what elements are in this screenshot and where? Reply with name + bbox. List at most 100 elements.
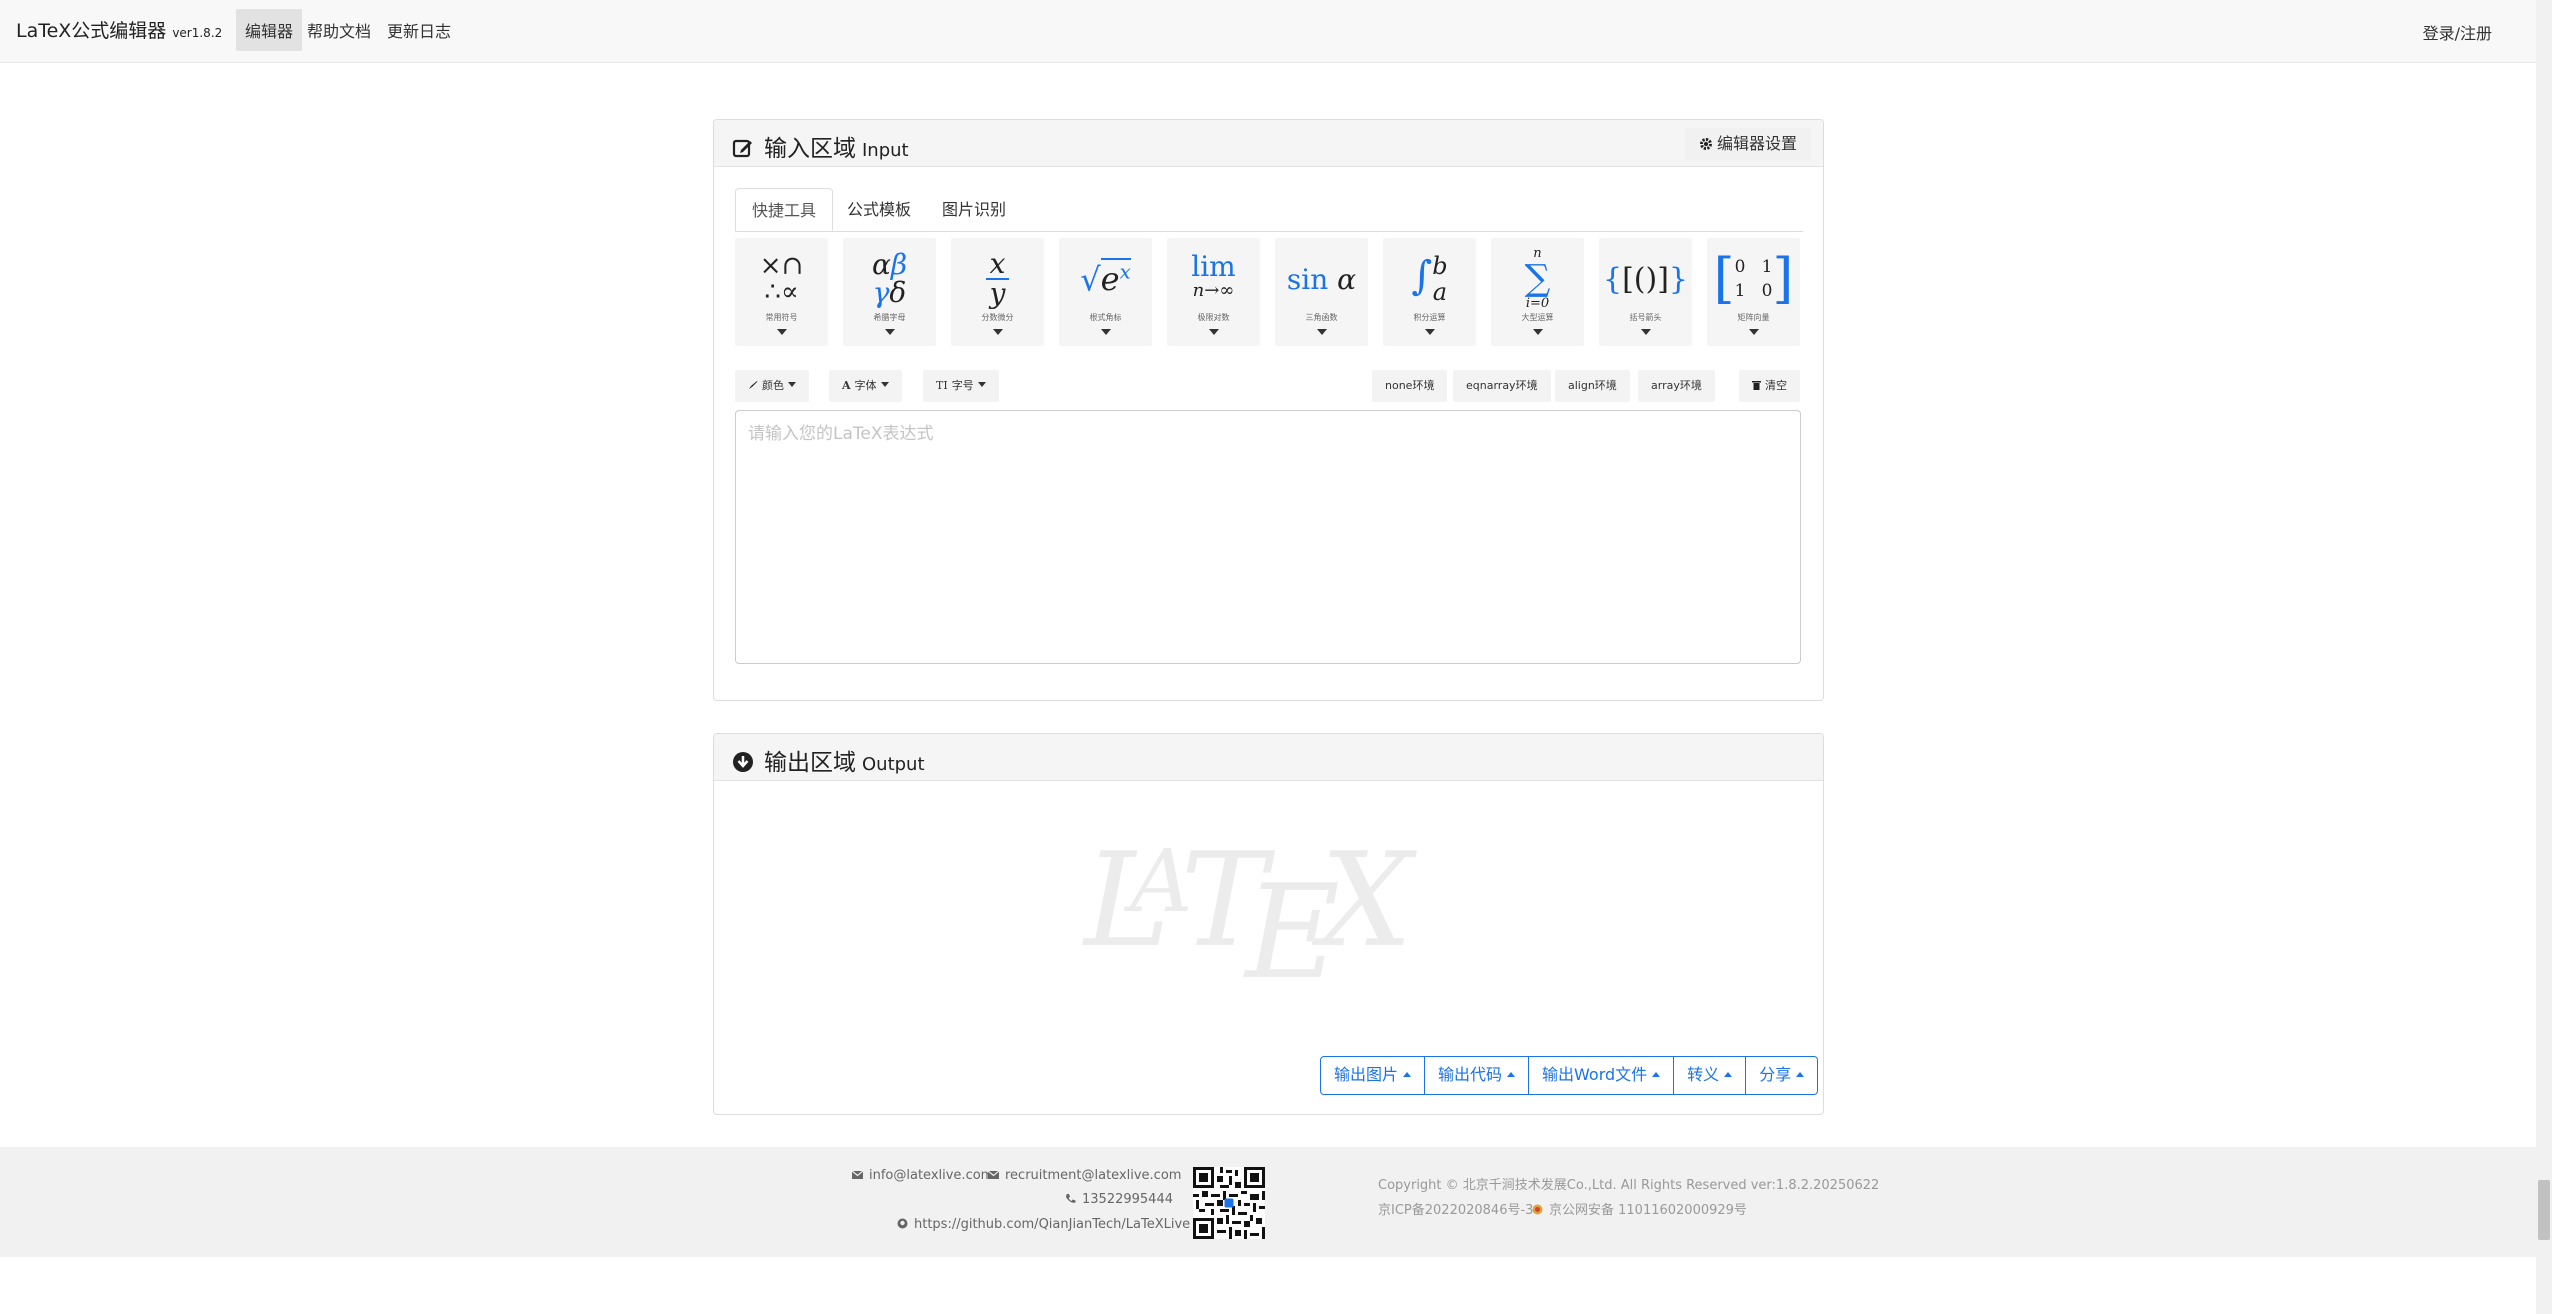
police-text: 京公网安备 11011602000929号 <box>1549 1203 1747 1218</box>
tile-caption: 积分运算 <box>1413 313 1446 322</box>
font-dropdown[interactable]: A 字体 <box>829 370 902 402</box>
export-word-button[interactable]: 输出Word文件 <box>1529 1057 1675 1094</box>
sum-icon: n ∑ i=0 <box>1524 246 1551 311</box>
output-panel: 输出区域 Output LATEX 输出图片 输出代码 输出Word文件 转义 分… <box>713 733 1824 1115</box>
nav-changelog[interactable]: 更新日志 <box>387 18 451 42</box>
caret-up-icon <box>1796 1072 1805 1077</box>
tile-trig[interactable]: sin α 三角函数 <box>1275 238 1368 346</box>
phone-text: 13522995444 <box>1065 1192 1173 1207</box>
eqnarray-env-button[interactable]: eqnarray环境 <box>1453 370 1551 402</box>
input-tabs: 快捷工具 公式模板 图片识别 <box>735 188 1803 232</box>
tile-brackets[interactable]: {[()]} 括号箭头 <box>1599 238 1692 346</box>
tab-quick-tools[interactable]: 快捷工具 <box>735 188 834 231</box>
tile-caption: 大型运算 <box>1521 313 1554 322</box>
nav-editor[interactable]: 编辑器 <box>236 9 303 51</box>
output-title-cn: 输出区域 <box>764 750 856 776</box>
navbar: LaTeX公式编辑器 ver1.8.2 编辑器 帮助文档 更新日志 登录/注册 <box>0 0 2552 63</box>
page-scrollbar[interactable] <box>2536 0 2552 1314</box>
export-code-button[interactable]: 输出代码 <box>1425 1057 1530 1094</box>
tab-formula-templates[interactable]: 公式模板 <box>831 188 927 231</box>
latex-logo-watermark: LATEX <box>1084 824 1413 1008</box>
latex-input-placeholder: 请输入您的LaTeX表达式 <box>748 424 934 444</box>
color-dropdown[interactable]: 颜色 <box>735 370 809 402</box>
clear-button[interactable]: 清空 <box>1739 370 1800 402</box>
tile-caption: 三角函数 <box>1305 313 1338 322</box>
tile-matrix[interactable]: [0 11 0] 矩阵向量 <box>1707 238 1800 346</box>
export-word-label: 输出Word文件 <box>1542 1065 1648 1084</box>
input-panel-title: 输入区域 Input <box>732 129 909 163</box>
envelope-icon <box>852 1170 863 1179</box>
clear-label: 清空 <box>1765 379 1787 392</box>
caret-up-icon <box>1507 1072 1516 1077</box>
phone-number: 13522995444 <box>1082 1192 1173 1207</box>
chevron-down-icon <box>1532 329 1543 335</box>
input-panel: 输入区域 Input 编辑器设置 快捷工具 公式模板 图片识别 ×∩ ∴∝ 常用符号… <box>713 119 1824 701</box>
tile-caption: 根式角标 <box>1089 313 1122 322</box>
chevron-down-icon <box>1640 329 1651 335</box>
editor-settings-button[interactable]: 编辑器设置 <box>1684 128 1811 160</box>
tile-caption: 极限对数 <box>1197 313 1230 322</box>
output-title-en: Output <box>862 754 925 775</box>
icp-link[interactable]: 京ICP备2022020846号-3 <box>1378 1199 1533 1218</box>
share-label: 分享 <box>1759 1065 1792 1084</box>
output-panel-title: 输出区域 Output <box>732 743 925 777</box>
export-code-label: 输出代码 <box>1438 1065 1503 1084</box>
chevron-down-icon <box>1316 329 1327 335</box>
tile-sum[interactable]: n ∑ i=0 大型运算 <box>1491 238 1584 346</box>
trash-icon <box>1752 381 1761 390</box>
copyright-text: Copyright © 北京千涧技术发展Co.,Ltd. All Rights … <box>1378 1178 1880 1193</box>
output-panel-header: 输出区域 Output <box>714 734 1823 781</box>
envelope-icon <box>988 1170 999 1179</box>
none-env-button[interactable]: none环境 <box>1372 370 1448 402</box>
brackets-icon: {[()]} <box>1602 261 1688 297</box>
matrix-icon: [0 11 0] <box>1713 247 1794 310</box>
scrollbar-thumb[interactable] <box>2538 1180 2550 1240</box>
size-dropdown[interactable]: TI 字号 <box>923 370 999 402</box>
github-url: https://github.com/QianJianTech/LaTeXLiv… <box>914 1217 1191 1232</box>
escape-button[interactable]: 转义 <box>1674 1057 1747 1094</box>
caret-up-icon <box>1724 1072 1733 1077</box>
github-link[interactable]: https://github.com/QianJianTech/LaTeXLiv… <box>897 1217 1190 1232</box>
email-info-link[interactable]: info@latexlive.com <box>852 1168 993 1183</box>
tile-fraction[interactable]: xy 分数微分 <box>951 238 1044 346</box>
tile-caption: 常用符号 <box>765 313 798 322</box>
caret-down-icon <box>788 382 796 387</box>
chevron-down-icon <box>1100 329 1111 335</box>
integral-icon: ∫ b a <box>1411 252 1448 306</box>
login-register-link[interactable]: 登录/注册 <box>2423 20 2492 44</box>
escape-label: 转义 <box>1687 1065 1720 1084</box>
caret-up-icon <box>1652 1072 1661 1077</box>
common-symbols-icon: ×∩ ∴∝ <box>759 251 804 307</box>
color-label: 颜色 <box>762 379 784 392</box>
police-badge-icon <box>1532 1204 1543 1215</box>
brand[interactable]: LaTeX公式编辑器 ver1.8.2 <box>16 16 222 43</box>
greek-letters-icon: αβ γδ <box>871 248 908 309</box>
tile-caption: 矩阵向量 <box>1737 313 1770 322</box>
caret-up-icon <box>1403 1072 1412 1077</box>
police-link[interactable]: 京公网安备 11011602000929号 <box>1532 1199 1747 1218</box>
chevron-down-icon <box>1748 329 1759 335</box>
nav-help-docs[interactable]: 帮助文档 <box>307 18 371 42</box>
chevron-down-icon <box>1424 329 1435 335</box>
brand-title: LaTeX公式编辑器 <box>16 20 167 42</box>
tile-integral[interactable]: ∫ b a 积分运算 <box>1383 238 1476 346</box>
export-image-label: 输出图片 <box>1334 1065 1399 1084</box>
qr-code <box>1193 1167 1265 1239</box>
export-image-button[interactable]: 输出图片 <box>1321 1057 1426 1094</box>
size-label: 字号 <box>951 379 974 392</box>
tile-limit[interactable]: lim n→∞ 极限对数 <box>1167 238 1260 346</box>
align-env-button[interactable]: align环境 <box>1555 370 1630 402</box>
tile-greek-letters[interactable]: αβ γδ 希腊字母 <box>843 238 936 346</box>
footer: info@latexlive.com recruitment@latexlive… <box>0 1147 2552 1257</box>
github-icon <box>897 1218 908 1229</box>
tile-radical[interactable]: √ex 根式角标 <box>1059 238 1152 346</box>
tile-common-symbols[interactable]: ×∩ ∴∝ 常用符号 <box>735 238 828 346</box>
tab-image-recognition[interactable]: 图片识别 <box>926 188 1022 231</box>
latex-input[interactable]: 请输入您的LaTeX表达式 <box>735 410 1801 664</box>
array-env-button[interactable]: array环境 <box>1638 370 1715 402</box>
email-recruit-link[interactable]: recruitment@latexlive.com <box>988 1168 1181 1183</box>
share-button[interactable]: 分享 <box>1746 1057 1817 1094</box>
caret-down-icon <box>880 382 889 387</box>
fraction-icon: xy <box>951 246 1044 312</box>
phone-icon <box>1066 1194 1076 1203</box>
